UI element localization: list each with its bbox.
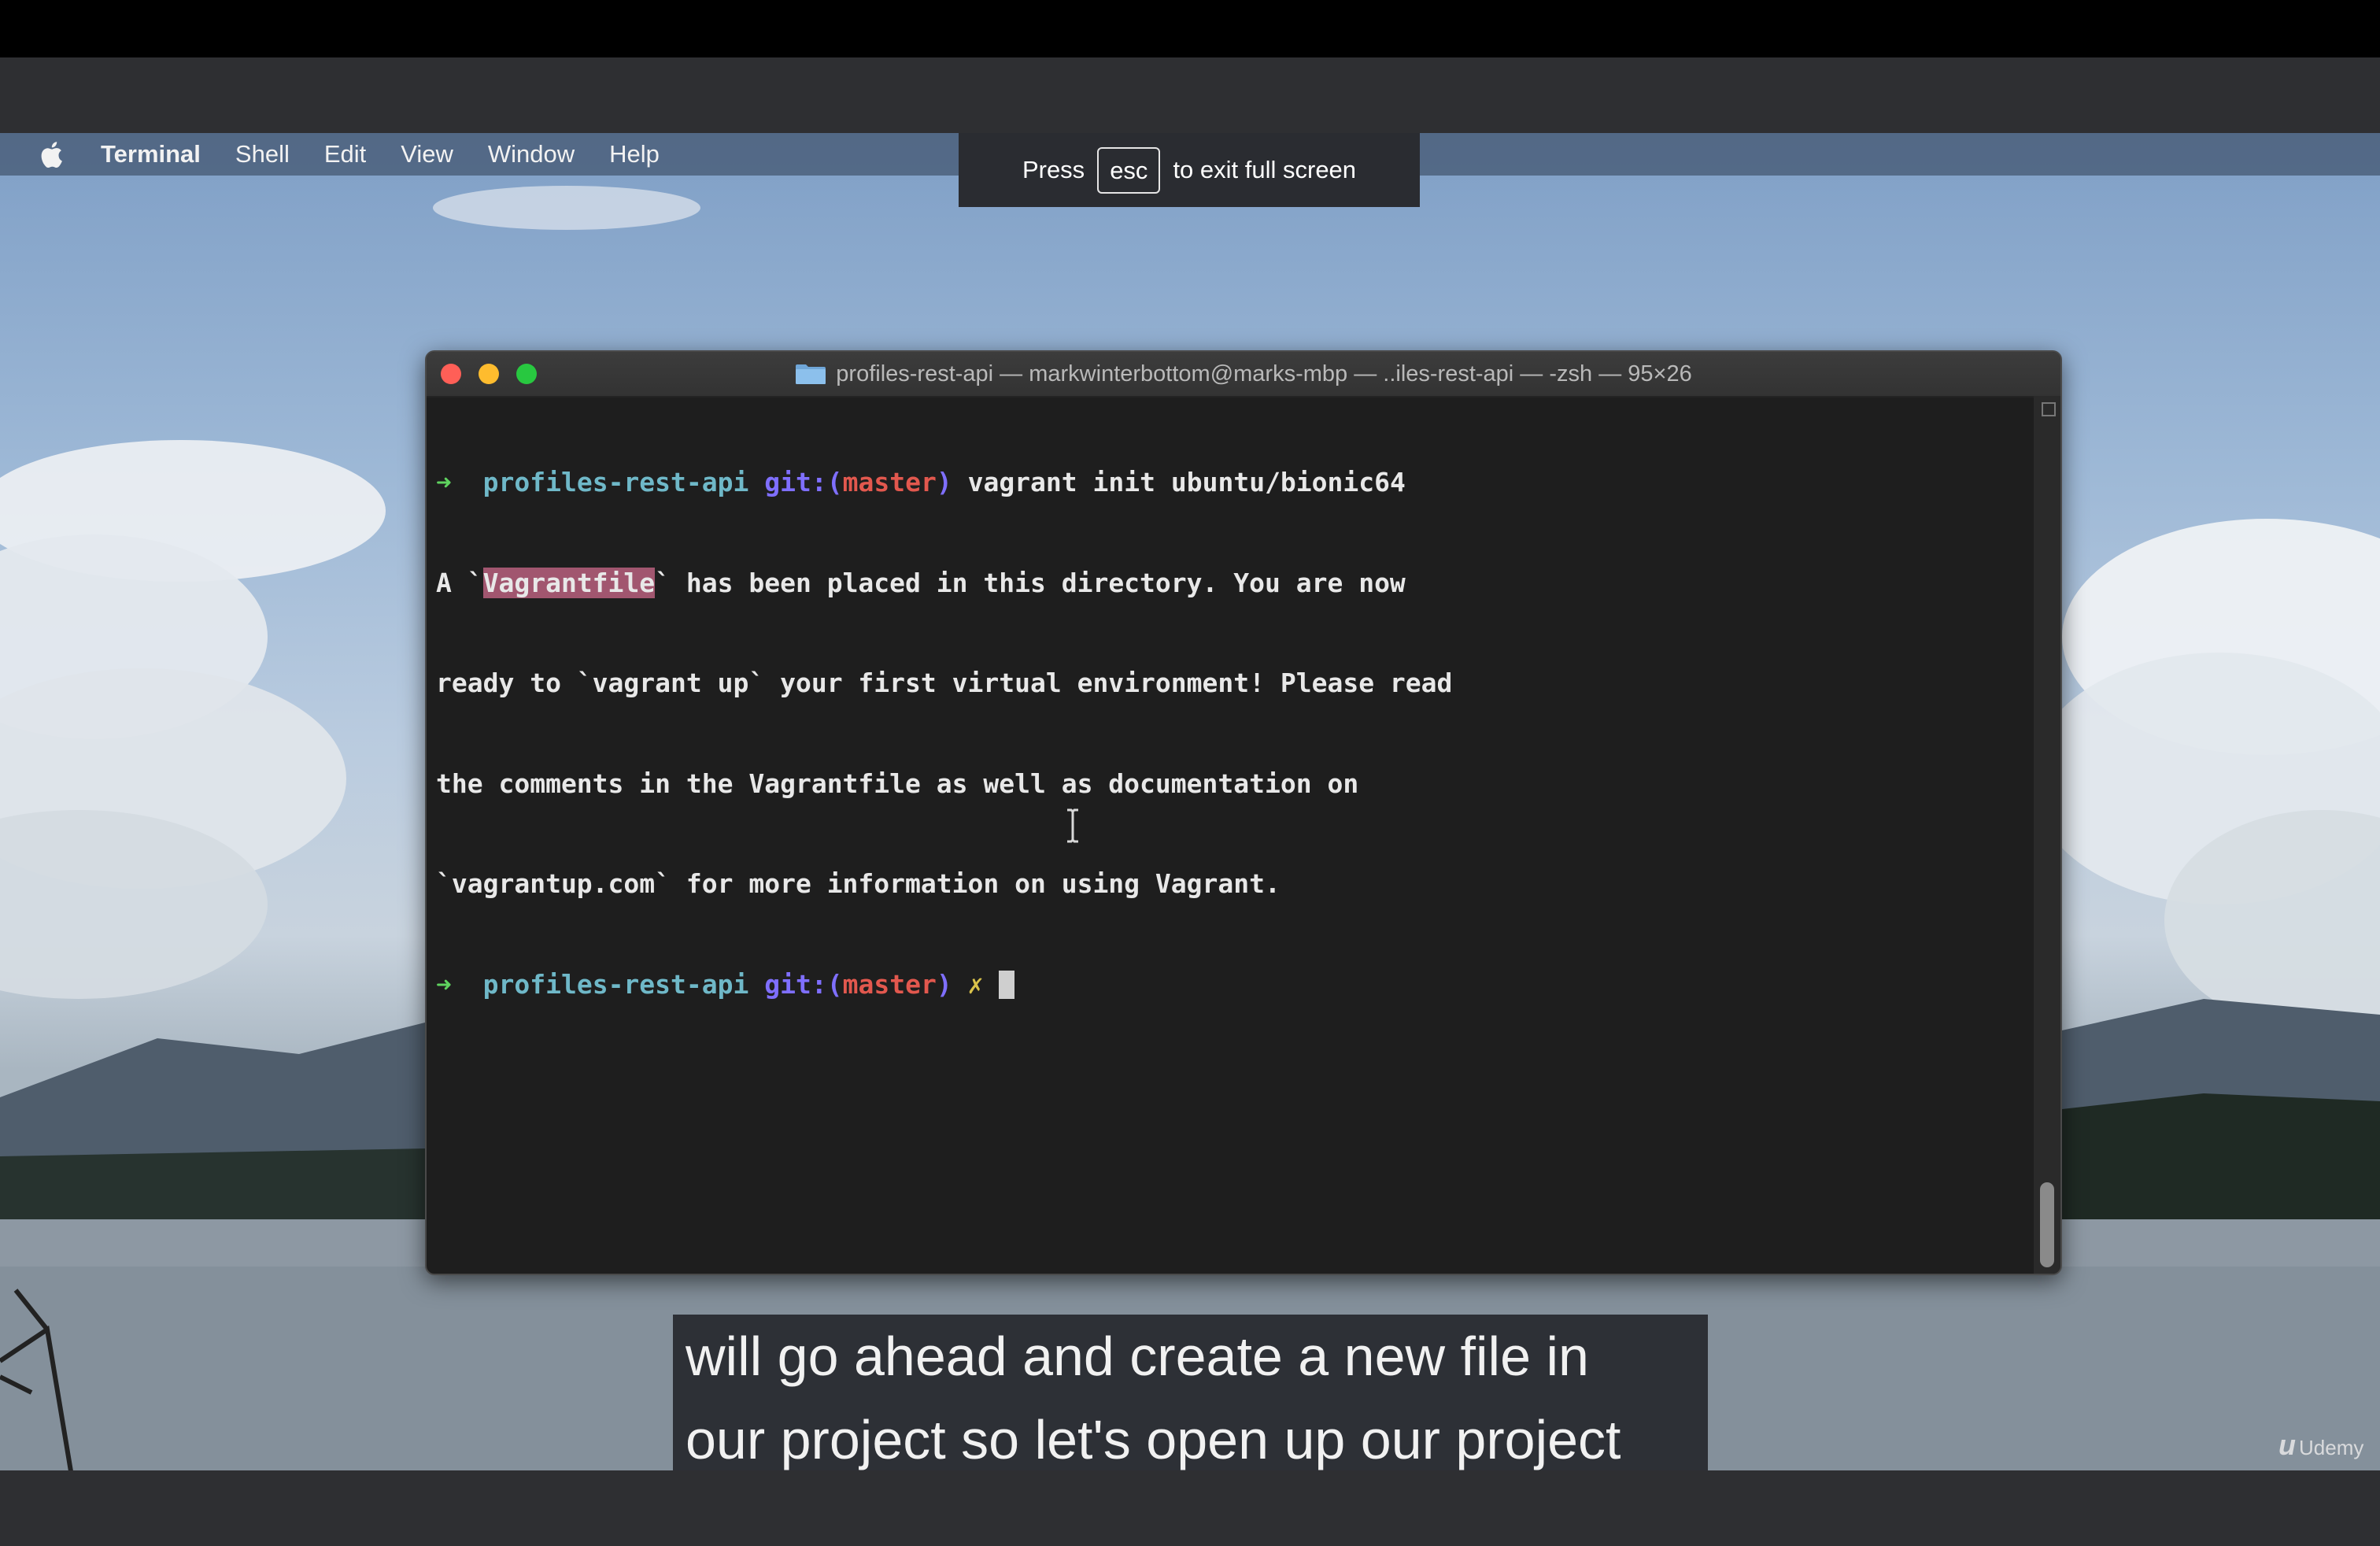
menu-terminal[interactable]: Terminal bbox=[101, 140, 201, 168]
output-line-3: the comments in the Vagrantfile as well … bbox=[436, 767, 1359, 799]
window-title: profiles-rest-api — markwinterbottom@mar… bbox=[836, 361, 1692, 386]
close-button[interactable] bbox=[441, 364, 461, 384]
scroll-marker-icon[interactable] bbox=[2042, 402, 2056, 416]
current-prompt-line: ➜ profiles-rest-api git:(master) ✗ bbox=[436, 968, 2026, 1002]
notice-exit-text: to exit full screen bbox=[1173, 156, 1357, 183]
dirty-marker-icon: ✗ bbox=[967, 968, 984, 1000]
bottom-band bbox=[0, 1470, 2380, 1546]
top-black-bar bbox=[0, 0, 2380, 57]
caption-line-2: our project so let's open up our project bbox=[686, 1409, 1621, 1470]
command-text: vagrant init ubuntu/bionic64 bbox=[967, 467, 1406, 497]
prompt-git-label: git:( bbox=[764, 467, 843, 497]
notice-press-text: Press bbox=[1022, 156, 1085, 183]
udemy-logo-icon: u bbox=[2278, 1429, 2296, 1461]
output-line-1-start: A ` bbox=[436, 567, 483, 598]
menu-help[interactable]: Help bbox=[609, 140, 660, 168]
menu-view[interactable]: View bbox=[401, 140, 453, 168]
fullscreen-exit-notice: Press esc to exit full screen bbox=[959, 133, 1420, 207]
prompt-arrow: ➜ bbox=[436, 467, 452, 497]
terminal-scrollbar[interactable] bbox=[2034, 396, 2060, 1274]
folder-icon bbox=[796, 364, 826, 384]
prompt-directory: profiles-rest-api bbox=[482, 467, 749, 497]
prompt-git-close: ) bbox=[936, 467, 952, 497]
output-line-1: A `Vagrantfile` has been placed in this … bbox=[436, 567, 2026, 601]
menu-window[interactable]: Window bbox=[488, 140, 575, 168]
upper-band bbox=[0, 57, 2380, 133]
minimize-button[interactable] bbox=[479, 364, 499, 384]
zoom-button[interactable] bbox=[516, 364, 537, 384]
esc-key-badge: esc bbox=[1097, 146, 1161, 194]
output-line-4: `vagrantup.com` for more information on … bbox=[436, 868, 1281, 899]
terminal-content[interactable]: ➜ profiles-rest-api git:(master) vagrant… bbox=[436, 399, 2026, 1274]
prompt-branch: master bbox=[842, 968, 937, 1000]
prompt-directory: profiles-rest-api bbox=[482, 968, 749, 1000]
prompt-git-label: git:( bbox=[764, 968, 843, 1000]
output-line-2: ready to `vagrant up` your first virtual… bbox=[436, 668, 1453, 698]
ibeam-cursor-icon bbox=[1067, 808, 1078, 843]
apple-icon[interactable] bbox=[39, 140, 63, 168]
command-line: ➜ profiles-rest-api git:(master) vagrant… bbox=[436, 466, 2026, 500]
output-line-1-end: ` has been placed in this directory. You… bbox=[655, 567, 1406, 598]
prompt-branch: master bbox=[842, 467, 937, 497]
udemy-watermark: u Udemy bbox=[2278, 1429, 2363, 1462]
video-caption: will go ahead and create a new file in o… bbox=[673, 1315, 1708, 1470]
text-cursor bbox=[999, 970, 1015, 999]
prompt-git-close: ) bbox=[936, 968, 952, 1000]
menu-edit[interactable]: Edit bbox=[324, 140, 366, 168]
prompt-arrow: ➜ bbox=[436, 968, 452, 1000]
caption-line-1: will go ahead and create a new file in bbox=[686, 1326, 1589, 1387]
scrollbar-thumb[interactable] bbox=[2040, 1182, 2054, 1267]
menu-shell[interactable]: Shell bbox=[235, 140, 290, 168]
udemy-label: Udemy bbox=[2299, 1436, 2364, 1459]
terminal-window[interactable]: profiles-rest-api — markwinterbottom@mar… bbox=[425, 350, 2062, 1275]
selected-text: Vagrantfile bbox=[482, 567, 656, 598]
terminal-titlebar[interactable]: profiles-rest-api — markwinterbottom@mar… bbox=[427, 352, 2060, 398]
